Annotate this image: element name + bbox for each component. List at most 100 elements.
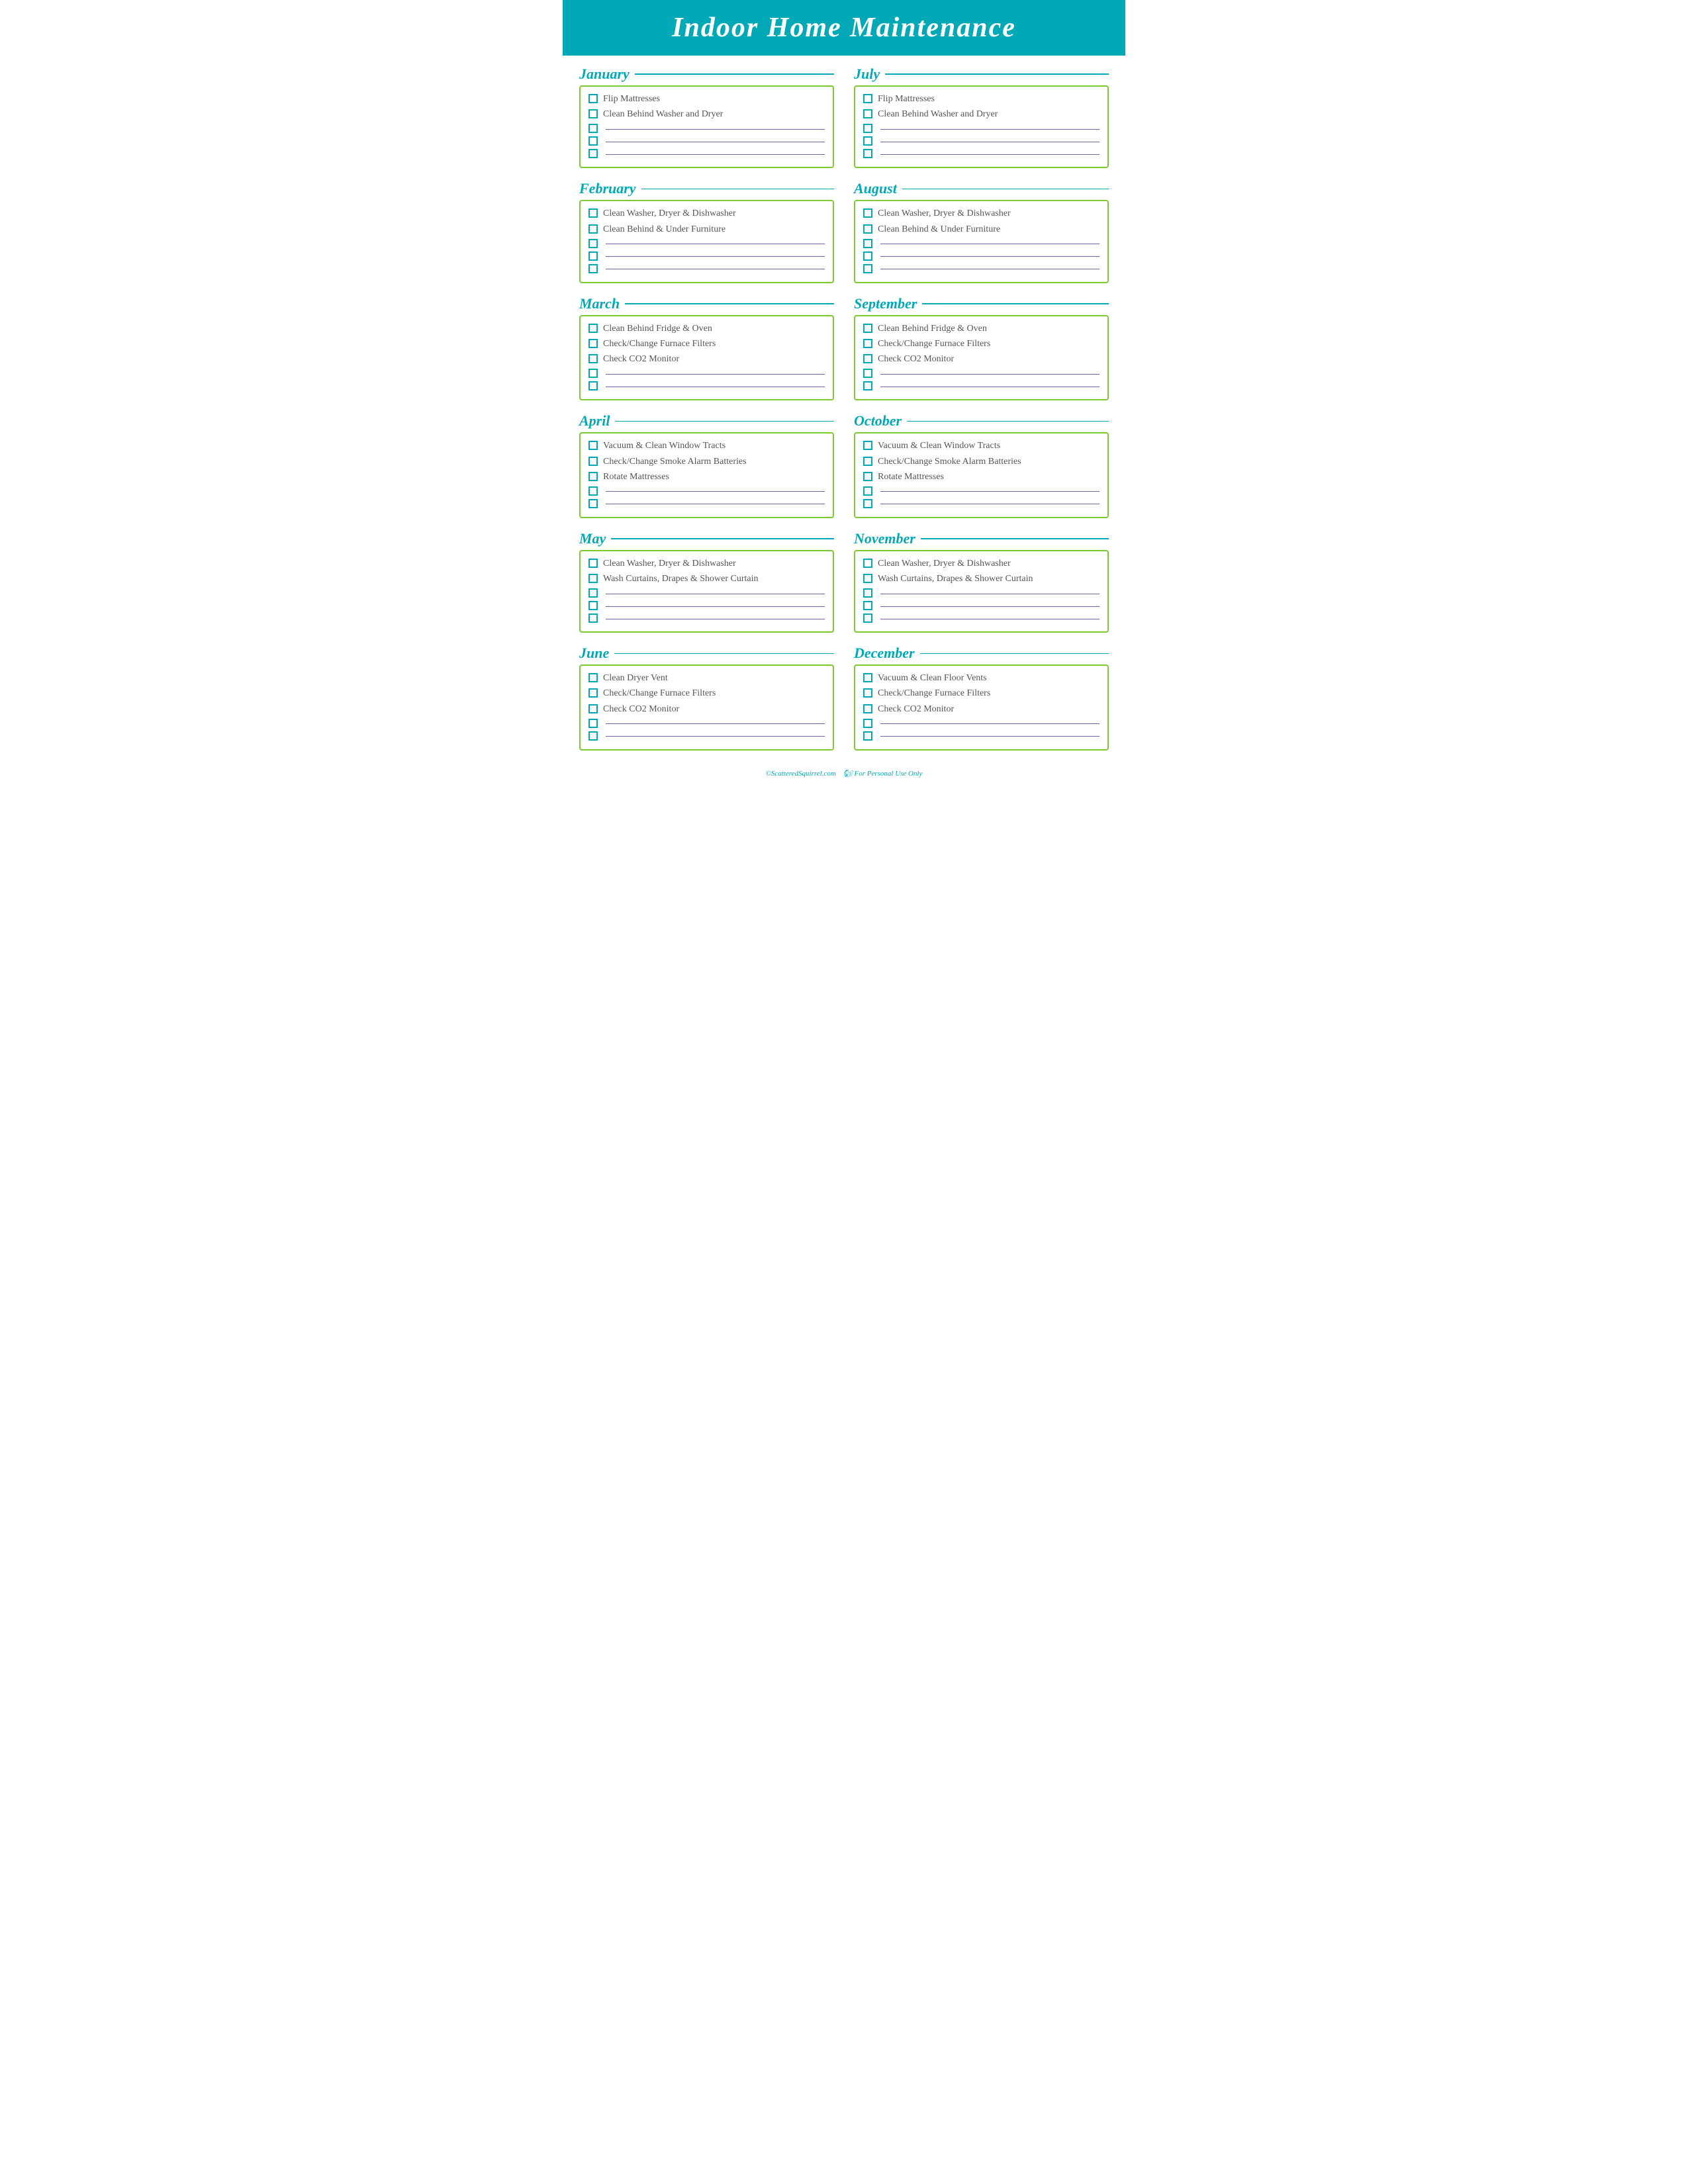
checkbox-icon[interactable] <box>863 324 872 333</box>
month-section-july: JulyFlip MattressesClean Behind Washer a… <box>854 66 1109 168</box>
item-text: Check/Change Smoke Alarm Batteries <box>878 456 1021 468</box>
checkbox-icon[interactable] <box>863 704 872 713</box>
checkbox-icon[interactable] <box>588 457 598 466</box>
checkbox-icon[interactable] <box>863 136 872 146</box>
checkbox-icon[interactable] <box>588 731 598 741</box>
item-text: Clean Washer, Dryer & Dishwasher <box>878 208 1011 220</box>
checkbox-icon[interactable] <box>588 251 598 261</box>
checkbox-icon[interactable] <box>863 499 872 508</box>
checklist-item: Clean Washer, Dryer & Dishwasher <box>588 208 825 220</box>
checkbox-icon[interactable] <box>588 601 598 610</box>
checkbox-icon[interactable] <box>588 136 598 146</box>
month-box-october: Vacuum & Clean Window Tracts Check/Change… <box>854 432 1109 518</box>
checkbox-icon[interactable] <box>863 208 872 218</box>
checkbox-icon[interactable] <box>863 124 872 133</box>
checkbox-icon[interactable] <box>863 369 872 378</box>
checklist-item: Clean Behind Fridge & Oven <box>588 323 825 335</box>
checkbox-icon[interactable] <box>588 472 598 481</box>
checkbox-icon[interactable] <box>588 441 598 450</box>
checkbox-icon[interactable] <box>863 94 872 103</box>
checkbox-icon[interactable] <box>863 149 872 158</box>
checkbox-icon[interactable] <box>863 673 872 682</box>
checkbox-icon[interactable] <box>588 324 598 333</box>
checkbox-icon[interactable] <box>588 688 598 698</box>
month-section-february: FebruaryClean Washer, Dryer & Dishwasher… <box>579 180 834 283</box>
checkbox-icon[interactable] <box>588 719 598 728</box>
checkbox-icon[interactable] <box>863 224 872 234</box>
checklist-item: Check/Change Smoke Alarm Batteries <box>863 456 1100 468</box>
checkbox-icon[interactable] <box>588 149 598 158</box>
month-section-june: JuneClean Dryer VentCheck/Change Furnace… <box>579 645 834 751</box>
checkbox-icon[interactable] <box>863 109 872 118</box>
checkbox-icon[interactable] <box>588 673 598 682</box>
blank-underline <box>880 736 1100 737</box>
checkbox-icon[interactable] <box>588 369 598 378</box>
item-text: Clean Washer, Dryer & Dishwasher <box>878 558 1011 570</box>
month-title-march: March <box>579 295 834 312</box>
checkbox-icon[interactable] <box>588 704 598 713</box>
checkbox-icon[interactable] <box>588 559 598 568</box>
checkbox-icon[interactable] <box>863 559 872 568</box>
blank-underline <box>606 154 825 155</box>
checklist-item: Clean Behind Washer and Dryer <box>863 109 1100 120</box>
checkbox-icon[interactable] <box>588 381 598 390</box>
checkbox-icon[interactable] <box>588 264 598 273</box>
checkbox-icon[interactable] <box>863 588 872 598</box>
checkbox-icon[interactable] <box>863 354 872 363</box>
checkbox-icon[interactable] <box>863 251 872 261</box>
month-section-september: SeptemberClean Behind Fridge & OvenCheck… <box>854 295 1109 401</box>
item-text: Vacuum & Clean Window Tracts <box>878 440 1000 452</box>
checklist-item: Check/Change Furnace Filters <box>863 338 1100 350</box>
checkbox-icon[interactable] <box>588 354 598 363</box>
checklist-item: Clean Behind & Under Furniture <box>588 224 825 236</box>
month-box-may: Clean Washer, Dryer & Dishwasher Wash Cur… <box>579 550 834 633</box>
checkbox-icon[interactable] <box>863 472 872 481</box>
checkbox-icon[interactable] <box>588 339 598 348</box>
checkbox-icon[interactable] <box>863 731 872 741</box>
checkbox-icon[interactable] <box>588 614 598 623</box>
checkbox-icon[interactable] <box>588 574 598 583</box>
month-box-january: Flip MattressesClean Behind Washer and D… <box>579 85 834 168</box>
item-text: Clean Washer, Dryer & Dishwasher <box>603 558 736 570</box>
checkbox-icon[interactable] <box>588 499 598 508</box>
checklist-item: Clean Washer, Dryer & Dishwasher <box>863 208 1100 220</box>
checkbox-icon[interactable] <box>863 264 872 273</box>
checkbox-icon[interactable] <box>588 208 598 218</box>
checkbox-icon[interactable] <box>863 688 872 698</box>
checkbox-icon[interactable] <box>863 486 872 496</box>
checklist-item: Check CO2 Monitor <box>588 704 825 715</box>
blank-underline <box>880 606 1100 607</box>
checkbox-icon[interactable] <box>863 614 872 623</box>
item-text: Clean Washer, Dryer & Dishwasher <box>603 208 736 220</box>
checkbox-icon[interactable] <box>588 224 598 234</box>
item-text: Check CO2 Monitor <box>878 704 954 715</box>
checklist-item: Wash Curtains, Drapes & Shower Curtain <box>863 573 1100 585</box>
checkbox-icon[interactable] <box>863 719 872 728</box>
item-text: Clean Behind Fridge & Oven <box>603 323 712 335</box>
month-box-september: Clean Behind Fridge & OvenCheck/Change F… <box>854 315 1109 401</box>
month-section-november: NovemberClean Washer, Dryer & Dishwasher… <box>854 530 1109 633</box>
checkbox-icon[interactable] <box>588 588 598 598</box>
checkbox-icon[interactable] <box>588 124 598 133</box>
checklist-item: Wash Curtains, Drapes & Shower Curtain <box>588 573 825 585</box>
item-text: Check CO2 Monitor <box>878 353 954 365</box>
checkbox-icon[interactable] <box>588 486 598 496</box>
checkbox-icon[interactable] <box>863 601 872 610</box>
checkbox-icon[interactable] <box>863 441 872 450</box>
checkbox-icon[interactable] <box>863 574 872 583</box>
checklist-item: Check/Change Furnace Filters <box>588 338 825 350</box>
checkbox-icon[interactable] <box>863 457 872 466</box>
item-text: Wash Curtains, Drapes & Shower Curtain <box>878 573 1033 585</box>
checkbox-icon[interactable] <box>863 381 872 390</box>
checklist-item: Clean Washer, Dryer & Dishwasher <box>588 558 825 570</box>
checkbox-icon[interactable] <box>588 109 598 118</box>
checklist-item: Clean Behind & Under Furniture <box>863 224 1100 236</box>
checkbox-icon[interactable] <box>863 339 872 348</box>
checkbox-icon[interactable] <box>588 239 598 248</box>
footer-text: ©ScatteredSquirrel.com 🐿 For Personal Us… <box>766 770 923 778</box>
month-title-october: October <box>854 412 1109 430</box>
checkbox-icon[interactable] <box>863 239 872 248</box>
blank-underline <box>606 256 825 257</box>
checkbox-icon[interactable] <box>588 94 598 103</box>
month-section-march: March Clean Behind Fridge & Oven Check/Cha… <box>579 295 834 401</box>
